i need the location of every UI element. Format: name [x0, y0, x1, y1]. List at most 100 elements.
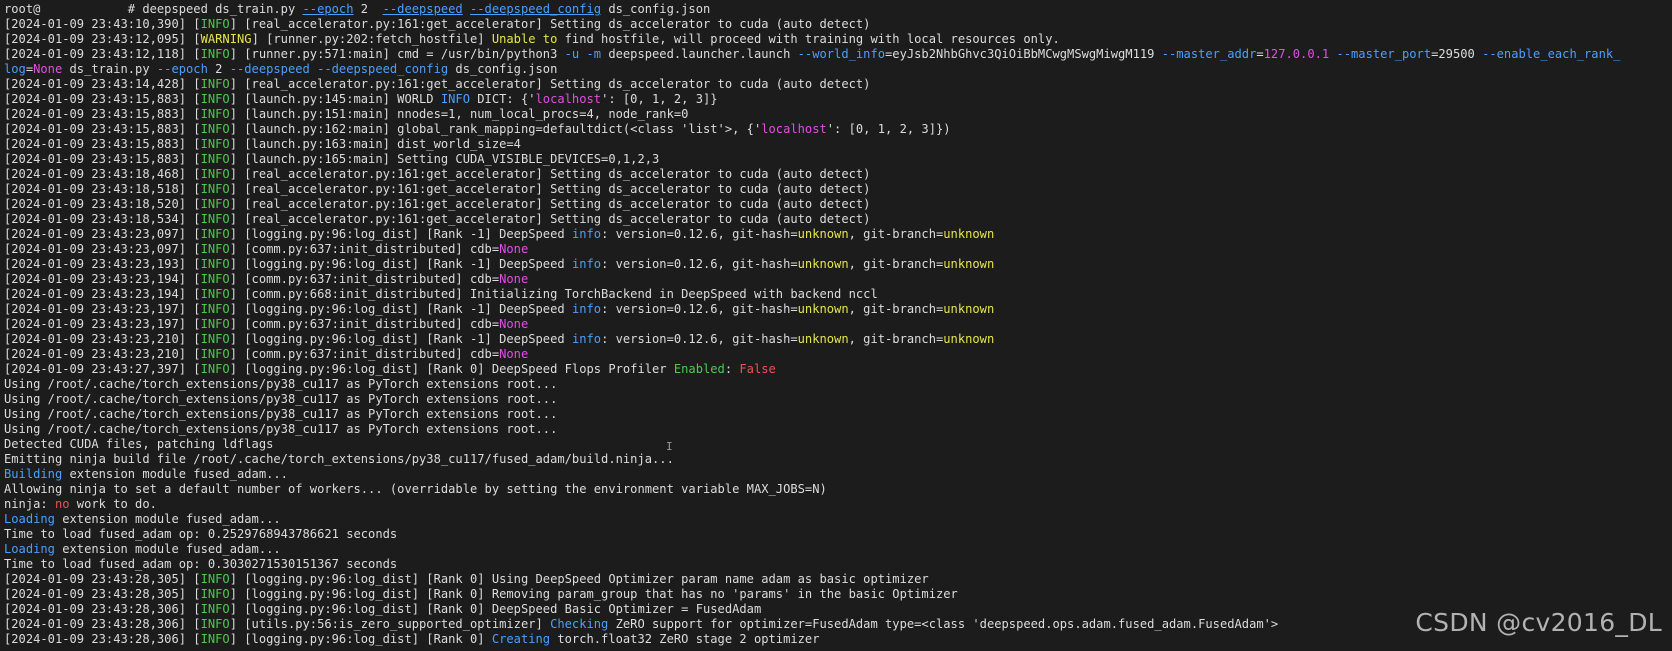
terminal-text-segment: [2024-01-09 23:43:23,193] [	[4, 257, 201, 271]
terminal-text-segment: ] [comm.py:637:init_distributed] cdb=	[229, 242, 500, 256]
terminal-line: Loading extension module fused_adam...	[4, 542, 1672, 557]
terminal-line: Using /root/.cache/torch_extensions/py38…	[4, 422, 1672, 437]
terminal-line: Loading extension module fused_adam...	[4, 512, 1672, 527]
terminal-text-segment: [2024-01-09 23:43:14,428] [	[4, 77, 201, 91]
terminal-text-segment: [2024-01-09 23:43:18,518] [	[4, 182, 201, 196]
terminal-text-segment: Allowing ninja to set a default number o…	[4, 482, 827, 496]
terminal-line: [2024-01-09 23:43:28,305] [INFO] [loggin…	[4, 587, 1672, 602]
terminal-line: [2024-01-09 23:43:23,210] [INFO] [loggin…	[4, 332, 1672, 347]
terminal-text-segment: -u	[564, 47, 580, 61]
terminal-text-segment: INFO	[200, 572, 230, 586]
terminal-text-segment: [2024-01-09 23:43:23,097] [	[4, 242, 201, 256]
terminal-text-segment: Unable to	[491, 32, 558, 46]
terminal-line: Time to load fused_adam op: 0.2529768943…	[4, 527, 1672, 542]
terminal-text-segment: INFO	[440, 92, 470, 106]
terminal-text-segment: Loading	[4, 512, 55, 526]
terminal-line: Building extension module fused_adam...	[4, 467, 1672, 482]
terminal-text-segment: --enable_each_rank_	[1482, 47, 1621, 61]
terminal-text-segment: [2024-01-09 23:43:15,883] [	[4, 107, 201, 121]
terminal-text-segment: INFO	[200, 92, 230, 106]
terminal-text-segment: # deepspeed ds_train.py	[127, 2, 303, 16]
terminal-text-segment: [2024-01-09 23:43:28,305] [	[4, 572, 201, 586]
terminal-text-segment: INFO	[200, 227, 230, 241]
terminal-text-segment: : version=0.12.6, git-hash=	[601, 227, 798, 241]
terminal-text-segment: INFO	[200, 362, 230, 376]
terminal-line: [2024-01-09 23:43:12,095] [WARNING] [run…	[4, 32, 1672, 47]
terminal-text-segment: : version=0.12.6, git-hash=	[601, 302, 798, 316]
terminal-output: root@ # deepspeed ds_train.py --epoch 2 …	[4, 2, 1672, 647]
terminal-line: Detected CUDA files, patching ldflags	[4, 437, 1672, 452]
terminal-line: [2024-01-09 23:43:15,883] [INFO] [launch…	[4, 122, 1672, 137]
terminal-text-segment: ] [launch.py:162:main] global_rank_mappi…	[229, 122, 762, 136]
terminal-text-segment: [2024-01-09 23:43:10,390] [	[4, 17, 201, 31]
terminal-line: [2024-01-09 23:43:27,397] [INFO] [loggin…	[4, 362, 1672, 377]
terminal-text-segment: , git-branch=	[848, 227, 944, 241]
terminal-text-segment: [2024-01-09 23:43:23,194] [	[4, 272, 201, 286]
terminal-text-segment: --master_port	[1336, 47, 1432, 61]
terminal-text-segment: [2024-01-09 23:43:15,883] [	[4, 92, 201, 106]
terminal-text-segment: ] [comm.py:668:init_distributed] Initial…	[229, 287, 878, 301]
terminal-line: [2024-01-09 23:43:23,194] [INFO] [comm.p…	[4, 287, 1672, 302]
terminal-text-segment: INFO	[200, 257, 230, 271]
terminal-text-segment: INFO	[200, 617, 230, 631]
terminal-text-segment: None	[499, 347, 529, 361]
terminal-text-segment: [2024-01-09 23:43:15,883] [	[4, 122, 201, 136]
terminal-text-segment: --master_addr	[1161, 47, 1257, 61]
terminal-text-segment: [2024-01-09 23:43:23,197] [	[4, 317, 201, 331]
terminal-text-segment: ] [comm.py:637:init_distributed] cdb=	[229, 347, 500, 361]
terminal-text-segment: Time to load fused_adam op: 0.3030271530…	[4, 557, 398, 571]
terminal-line: log=None ds_train.py --epoch 2 --deepspe…	[4, 62, 1672, 77]
terminal-text-segment: INFO	[200, 77, 230, 91]
terminal-text-segment: ] [launch.py:151:main] nnodes=1, num_loc…	[229, 107, 689, 121]
terminal-text-segment: --epoch	[302, 2, 354, 16]
terminal-text-segment: [2024-01-09 23:43:12,118] [	[4, 47, 201, 61]
terminal-text-segment: INFO	[200, 122, 230, 136]
terminal-text-segment: ] [comm.py:637:init_distributed] cdb=	[229, 272, 500, 286]
terminal-line: [2024-01-09 23:43:15,883] [INFO] [launch…	[4, 107, 1672, 122]
terminal-text-segment: ] [launch.py:145:main] WORLD	[229, 92, 441, 106]
terminal-text-segment: Loading	[4, 542, 55, 556]
terminal-window[interactable]: root@ # deepspeed ds_train.py --epoch 2 …	[0, 0, 1672, 651]
terminal-line: Allowing ninja to set a default number o…	[4, 482, 1672, 497]
terminal-text-segment: root@	[4, 2, 41, 16]
terminal-line: [2024-01-09 23:43:23,197] [INFO] [loggin…	[4, 302, 1672, 317]
terminal-text-segment: Enabled	[673, 362, 725, 376]
terminal-text-segment: ] [logging.py:96:log_dist] [Rank 0] Deep…	[229, 362, 674, 376]
terminal-text-segment: ] [real_accelerator.py:161:get_accelerat…	[229, 182, 871, 196]
terminal-text-segment: INFO	[200, 332, 230, 346]
terminal-text-segment: None	[499, 242, 529, 256]
terminal-text-segment: INFO	[200, 167, 230, 181]
terminal-text-segment: : version=0.12.6, git-hash=	[601, 332, 798, 346]
terminal-text-segment: INFO	[200, 272, 230, 286]
terminal-text-segment: extension module fused_adam...	[54, 512, 281, 526]
terminal-text-segment: Checking	[550, 617, 609, 631]
terminal-text-segment: find hostfile, will proceed with trainin…	[557, 32, 1060, 46]
terminal-line: Using /root/.cache/torch_extensions/py38…	[4, 377, 1672, 392]
terminal-text-segment: INFO	[200, 242, 230, 256]
terminal-text-segment: [2024-01-09 23:43:18,468] [	[4, 167, 201, 181]
terminal-line: [2024-01-09 23:43:14,428] [INFO] [real_a…	[4, 77, 1672, 92]
terminal-text-segment: unknown	[797, 227, 849, 241]
terminal-line: Emitting ninja build file /root/.cache/t…	[4, 452, 1672, 467]
terminal-text-segment: log	[4, 62, 26, 76]
terminal-text-segment: unknown	[943, 332, 995, 346]
terminal-text-segment: [2024-01-09 23:43:12,095] [	[4, 32, 201, 46]
terminal-text-segment: ] [logging.py:96:log_dist] [Rank -1] Dee…	[229, 257, 572, 271]
terminal-text-segment: localhost	[761, 122, 827, 136]
terminal-text-segment: , git-branch=	[848, 257, 944, 271]
terminal-text-segment: , git-branch=	[848, 332, 944, 346]
terminal-text-segment: unknown	[797, 332, 849, 346]
terminal-text-segment: ] [logging.py:96:log_dist] [Rank 0] Remo…	[229, 587, 958, 601]
terminal-text-segment: , git-branch=	[848, 302, 944, 316]
terminal-text-segment: =eyJsb2NhbGhvc3QiOiBbMCwgMSwgMiwgM119	[885, 47, 1162, 61]
terminal-text-segment: [2024-01-09 23:43:18,534] [	[4, 212, 201, 226]
terminal-text-segment: info	[571, 302, 602, 316]
watermark: CSDN @cv2016_DL	[1415, 608, 1662, 637]
terminal-text-segment: 2	[207, 62, 230, 76]
terminal-line: [2024-01-09 23:43:12,118] [INFO] [runner…	[4, 47, 1672, 62]
terminal-line: [2024-01-09 23:43:23,193] [INFO] [loggin…	[4, 257, 1672, 272]
terminal-line: [2024-01-09 23:43:23,097] [INFO] [loggin…	[4, 227, 1672, 242]
terminal-text-segment: --deepspeed_config	[470, 2, 602, 16]
terminal-text-segment: INFO	[200, 287, 230, 301]
mouse-text-cursor-icon: I	[666, 440, 673, 453]
